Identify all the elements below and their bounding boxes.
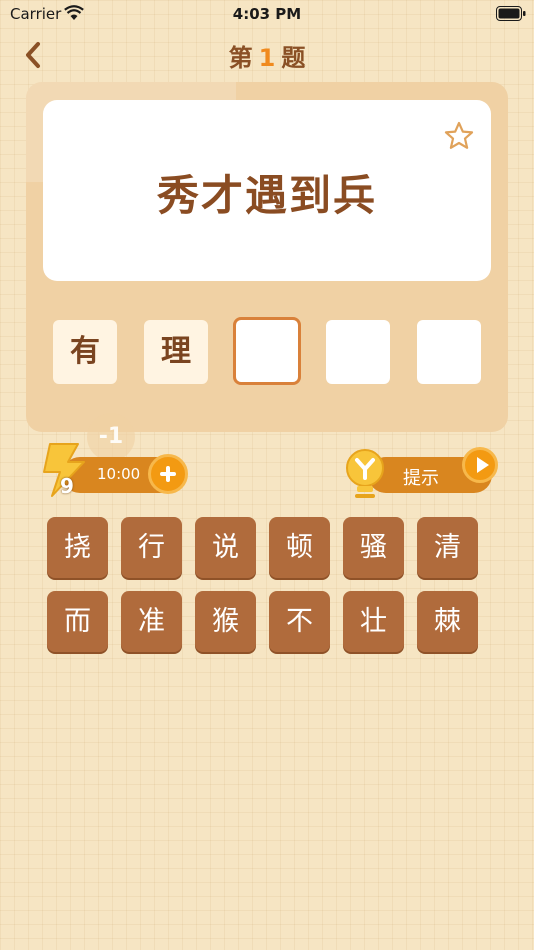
answer-slot[interactable]: 有 [53,320,117,384]
hint-label[interactable]: 提示 [403,464,439,490]
letter-tile[interactable]: 而 [47,591,108,652]
question-card: 秀才遇到兵 [43,100,491,281]
add-energy-button[interactable] [148,454,188,494]
letter-tile[interactable]: 棘 [417,591,478,652]
letter-tile[interactable]: 猴 [195,591,256,652]
letter-tile[interactable]: 骚 [343,517,404,578]
letter-tile[interactable]: 准 [121,591,182,652]
page-title: 第1题 [0,38,534,73]
letter-tile[interactable]: 清 [417,517,478,578]
status-bar: Carrier 4:03 PM [0,0,534,28]
question-number: 1 [258,44,276,72]
play-video-icon[interactable] [462,447,498,483]
question-text: 秀才遇到兵 [156,171,377,220]
energy-penalty-badge: -1 [87,413,135,461]
letter-tile[interactable]: 顿 [269,517,330,578]
title-prefix: 第 [228,44,253,72]
lightbulb-icon [343,448,387,508]
answer-slot-active[interactable] [233,317,301,385]
energy-timer: 10:00 [97,465,141,483]
letter-tile[interactable]: 说 [195,517,256,578]
answer-slot[interactable] [326,320,390,384]
answer-slot[interactable] [417,320,481,384]
energy-count: 9 [60,474,74,498]
letter-tile[interactable]: 不 [269,591,330,652]
star-icon[interactable] [443,120,475,156]
title-suffix: 题 [281,44,306,72]
letter-tile[interactable]: 行 [121,517,182,578]
status-time: 4:03 PM [232,5,302,23]
letter-tile[interactable]: 挠 [47,517,108,578]
letter-tile[interactable]: 壮 [343,591,404,652]
battery-icon [496,6,526,25]
answer-slot[interactable]: 理 [144,320,208,384]
